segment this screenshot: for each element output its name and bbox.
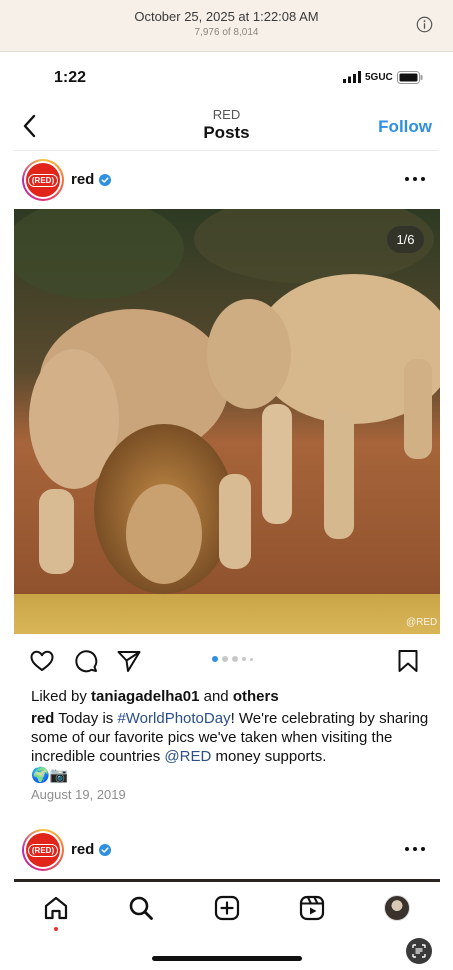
likes-prefix: Liked by: [31, 688, 87, 705]
bookmark-icon[interactable]: [395, 648, 421, 674]
more-horizontal-icon[interactable]: [404, 176, 426, 182]
carousel-dot: [222, 656, 228, 662]
likes-others-link[interactable]: others: [233, 688, 279, 705]
caption-text-1: Today is: [58, 710, 114, 727]
comment-icon[interactable]: [73, 648, 99, 674]
profile-avatar[interactable]: [384, 895, 410, 921]
carousel-dot: [232, 656, 238, 662]
post-date: August 19, 2019: [31, 787, 126, 802]
caption-text-3: money supports.: [215, 748, 327, 765]
verified-badge-icon: [99, 173, 112, 186]
avatar-logo-text: (RED): [27, 843, 59, 857]
likes-line: Liked by taniagadelha01 and others: [31, 688, 279, 705]
carousel-counter: 1/6: [387, 226, 424, 253]
post-avatar[interactable]: (RED): [22, 159, 64, 201]
home-indicator[interactable]: [152, 956, 302, 961]
likes-and: and: [203, 688, 229, 705]
follow-button[interactable]: Follow: [360, 116, 432, 138]
status-time: 1:22: [54, 69, 87, 86]
caption-emoji: 🌍📷: [31, 767, 69, 784]
reels-icon[interactable]: [298, 894, 326, 922]
second-post-username[interactable]: red: [71, 841, 112, 858]
photo-date: October 25, 2025 at 1:22:08 AM: [134, 9, 319, 24]
post-image[interactable]: [14, 209, 440, 634]
heart-icon[interactable]: [29, 648, 55, 674]
network-label: 5GUC: [365, 71, 393, 83]
second-post-avatar[interactable]: (RED): [22, 829, 64, 871]
home-icon[interactable]: [42, 894, 70, 922]
caption-username[interactable]: red: [31, 710, 54, 727]
text-scan-icon: [412, 944, 426, 958]
nav-divider: [14, 150, 439, 151]
carousel-indicator: [212, 656, 253, 662]
more-horizontal-icon[interactable]: [404, 846, 426, 852]
photos-header: October 25, 2025 at 1:22:08 AM 7,976 of …: [0, 0, 453, 52]
battery-icon: [396, 70, 423, 84]
status-indicators: 5GUC: [343, 70, 423, 84]
likes-user-link[interactable]: taniagadelha01: [91, 688, 199, 705]
live-text-button[interactable]: [406, 938, 432, 964]
post-caption: red Today is #WorldPhotoDay! We're celeb…: [31, 709, 431, 785]
carousel-dot: [212, 656, 218, 662]
photo-count: 7,976 of 8,014: [194, 27, 259, 38]
hashtag-link[interactable]: #WorldPhotoDay: [117, 710, 230, 727]
image-watermark: @RED: [406, 617, 438, 628]
carousel-dot: [242, 657, 246, 661]
plus-square-icon[interactable]: [213, 894, 241, 922]
info-icon[interactable]: [416, 16, 433, 33]
username-label[interactable]: red: [71, 841, 94, 858]
verified-badge-icon: [99, 843, 112, 856]
avatar-logo-text: (RED): [27, 173, 59, 187]
search-icon[interactable]: [127, 894, 155, 922]
post-username[interactable]: red: [71, 171, 112, 188]
paper-plane-icon[interactable]: [116, 648, 142, 674]
mention-link[interactable]: @RED: [164, 748, 211, 765]
username-label[interactable]: red: [71, 171, 94, 188]
notification-dot: [54, 927, 58, 931]
carousel-dot: [250, 657, 253, 661]
signal-icon: [343, 71, 361, 83]
